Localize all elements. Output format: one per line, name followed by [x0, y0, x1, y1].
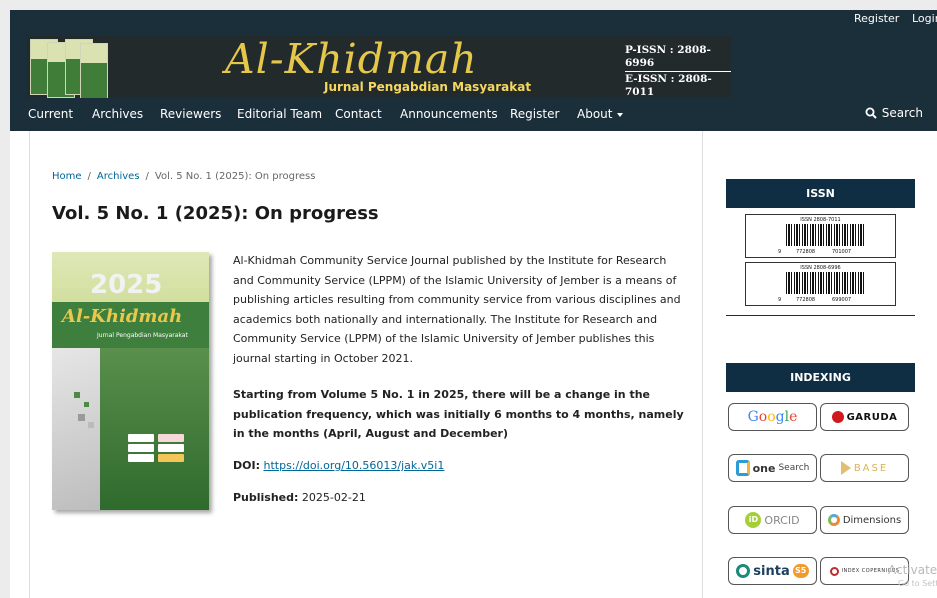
published-row: Published: 2025-02-21	[233, 491, 366, 504]
sidebar-divider	[726, 315, 915, 316]
p-issn: P-ISSN : 2808-6996	[625, 44, 711, 69]
page-title: Vol. 5 No. 1 (2025): On progress	[52, 203, 379, 224]
breadcrumb-separator: /	[87, 171, 91, 182]
nav-about-label: About	[577, 107, 613, 121]
dimensions-icon	[827, 514, 840, 526]
orcid-icon: iD	[745, 512, 762, 528]
top-bar: Register Login	[10, 10, 937, 35]
barcode-digits-mid: 772808	[796, 249, 816, 255]
journal-logo[interactable]: Al-Khidmah Jurnal Pengabdian Masyarakat …	[27, 36, 731, 98]
login-link[interactable]: Login	[912, 12, 937, 25]
doi-row: DOI: https://doi.org/10.56013/jak.v5i1	[233, 459, 444, 472]
os-watermark-subtitle: Go to Settir	[898, 579, 937, 588]
copernicus-icon	[829, 566, 839, 576]
search-button[interactable]: Search	[865, 106, 923, 120]
barcode-digits-right: 701007	[832, 249, 852, 255]
breadcrumb-home[interactable]: Home	[52, 171, 82, 182]
e-issn: E-ISSN : 2808-7011	[625, 73, 712, 98]
breadcrumb-current: Vol. 5 No. 1 (2025): On progress	[154, 171, 316, 182]
onesearch-badge[interactable]: one Search	[728, 454, 817, 482]
onesearch-icon	[735, 460, 750, 476]
barcode-label: ISSN 2808-6996	[800, 265, 841, 271]
nav-archives[interactable]: Archives	[92, 107, 143, 121]
nav-current[interactable]: Current	[28, 107, 73, 121]
google-scholar-badge[interactable]: Google	[728, 403, 817, 431]
barcode-digit: 9	[778, 249, 782, 255]
cover-index-logo	[158, 454, 184, 462]
cover-square	[84, 402, 89, 407]
published-label: Published:	[233, 491, 299, 504]
google-wordmark: Google	[747, 409, 798, 425]
register-link[interactable]: Register	[854, 12, 899, 25]
cover-index-logo	[128, 444, 154, 452]
nav-reviewers[interactable]: Reviewers	[160, 107, 221, 121]
search-icon	[865, 107, 877, 119]
nav-register[interactable]: Register	[510, 107, 559, 121]
os-watermark-title: Activate	[888, 563, 937, 577]
cover-index-logo	[158, 434, 184, 442]
main-nav: Current Archives Reviewers Editorial Tea…	[10, 98, 937, 131]
cover-title: Al-Khidmah	[62, 306, 183, 327]
p-issn-barcode[interactable]: ISSN 2808-6996 9 772808 699007	[745, 262, 896, 306]
cover-thumbnail-4	[80, 43, 108, 98]
published-date: 2025-02-21	[301, 491, 366, 504]
dimensions-label: Dimensions	[842, 514, 902, 526]
sinta-level-badge: S5	[792, 564, 809, 578]
cover-square	[74, 392, 80, 398]
nav-editorial-team[interactable]: Editorial Team	[237, 107, 322, 121]
indexing-heading: INDEXING	[726, 363, 915, 392]
sinta-icon	[736, 564, 751, 578]
issn-block: P-ISSN : 2808-6996 E-ISSN : 2808-7011	[625, 44, 731, 98]
cover-left-panel	[52, 348, 100, 510]
breadcrumb: Home / Archives / Vol. 5 No. 1 (2025): On pr…	[52, 171, 315, 182]
breadcrumb-archives[interactable]: Archives	[97, 171, 140, 182]
barcode-digit: 9	[778, 297, 782, 303]
site-banner: Al-Khidmah Jurnal Pengabdian Masyarakat …	[10, 35, 937, 98]
nav-announcements[interactable]: Announcements	[400, 107, 498, 121]
issn-heading: ISSN	[726, 179, 915, 208]
garuda-label: GARUDA	[846, 411, 898, 423]
page: Register Login Al-Khidmah Jurnal Pengabd…	[10, 10, 937, 598]
cover-index-logo	[158, 444, 184, 452]
barcode-label: ISSN 2808-7011	[800, 217, 841, 223]
search-label: Search	[881, 106, 923, 120]
logo-title: Al-Khidmah	[225, 36, 478, 83]
cover-right-panel	[100, 348, 209, 510]
barcode-digits-right: 699007	[832, 297, 852, 303]
cover-year: 2025	[90, 270, 163, 300]
sinta-badge[interactable]: sinta S5	[728, 557, 817, 585]
cover-index-logo	[128, 434, 154, 442]
garuda-icon	[831, 411, 844, 423]
base-label: BASE	[853, 462, 889, 474]
cover-square	[78, 414, 85, 421]
garuda-badge[interactable]: GARUDA	[820, 403, 909, 431]
barcode-bars	[786, 272, 864, 294]
main-content: Home / Archives / Vol. 5 No. 1 (2025): On pr…	[29, 131, 703, 598]
cover-subtitle: Jurnal Pengabdian Masyarakat	[97, 332, 188, 339]
issue-description: Al-Khidmah Community Service Journal pub…	[233, 254, 681, 365]
frequency-notice: Starting from Volume 5 No. 1 in 2025, th…	[233, 388, 684, 441]
sinta-label: sinta	[753, 563, 790, 579]
chevron-down-icon	[617, 112, 624, 117]
nav-contact[interactable]: Contact	[335, 107, 382, 121]
issue-cover-image[interactable]: 2025 Al-Khidmah Jurnal Pengabdian Masyar…	[52, 252, 209, 510]
cover-square	[88, 422, 94, 428]
e-issn-barcode[interactable]: ISSN 2808-7011 9 772808 701007	[745, 214, 896, 258]
onesearch-label-one: one	[752, 461, 776, 475]
barcode-bars	[786, 224, 864, 246]
orcid-label: ORCID	[764, 513, 800, 527]
breadcrumb-separator: /	[145, 171, 149, 182]
onesearch-label-search: Search	[778, 463, 810, 473]
base-icon	[840, 461, 851, 475]
doi-link[interactable]: https://doi.org/10.56013/jak.v5i1	[263, 459, 444, 472]
barcode-digits-mid: 772808	[796, 297, 816, 303]
issn-divider	[625, 71, 731, 72]
orcid-badge[interactable]: iD ORCID	[728, 506, 817, 534]
logo-subtitle: Jurnal Pengabdian Masyarakat	[324, 80, 532, 94]
cover-index-logo	[128, 454, 154, 462]
base-badge[interactable]: BASE	[820, 454, 909, 482]
nav-about[interactable]: About	[577, 107, 624, 121]
dimensions-badge[interactable]: Dimensions	[820, 506, 909, 534]
doi-label: DOI:	[233, 459, 260, 472]
